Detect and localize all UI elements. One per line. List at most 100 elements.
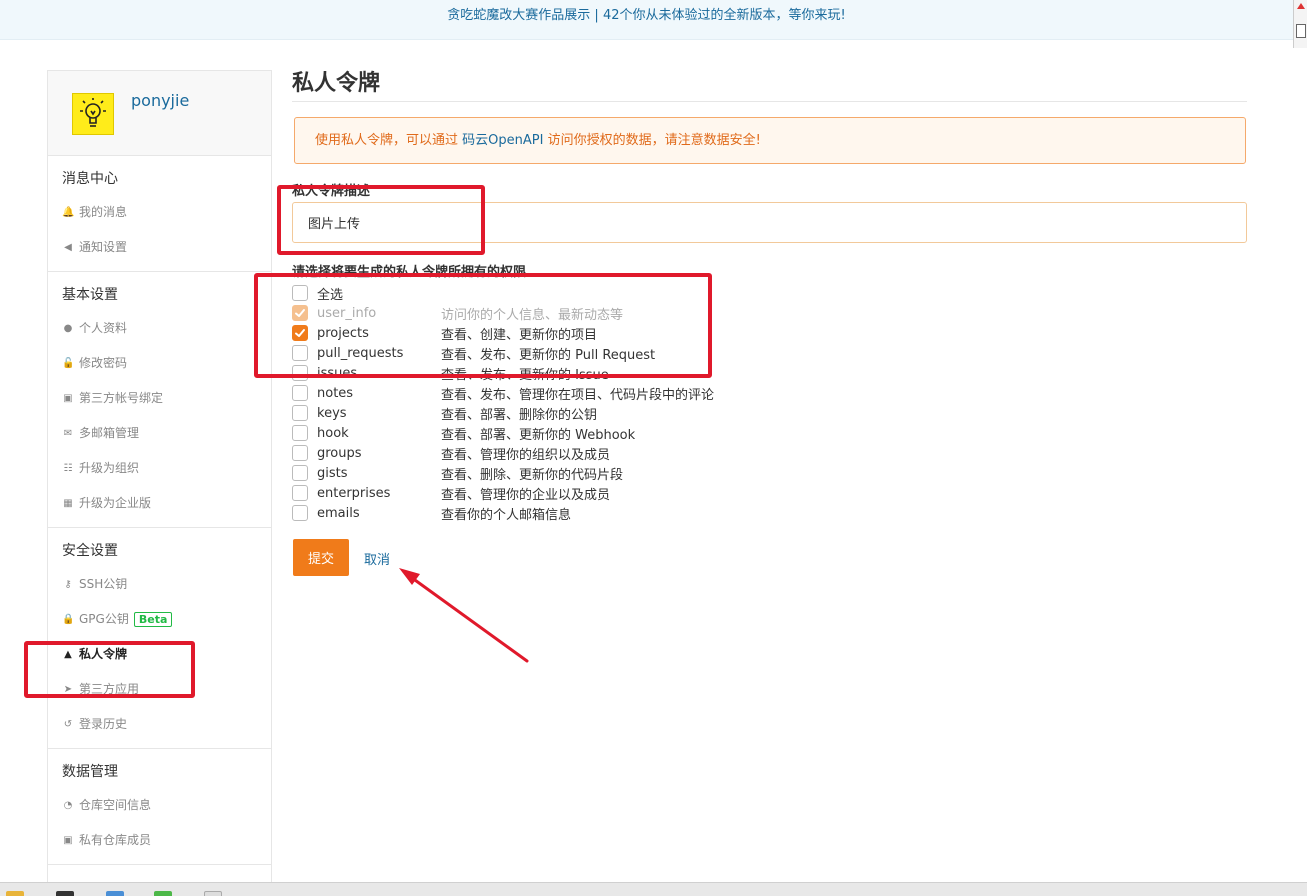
permission-description: 查看、创建、更新你的项目 — [441, 327, 598, 343]
sidebar-item[interactable]: ▦ 升级为企业版 — [48, 486, 271, 521]
sidebar-item-label: GPG公钥 — [79, 612, 129, 626]
permission-row: projects 查看、创建、更新你的项目 — [292, 323, 892, 343]
permission-name[interactable]: hook — [317, 426, 441, 441]
permission-name[interactable]: groups — [317, 446, 441, 461]
permission-description: 查看你的个人邮箱信息 — [441, 507, 572, 523]
permission-description: 查看、管理你的企业以及成员 — [441, 487, 611, 503]
sidebar-section-title: 基本设置 — [62, 287, 118, 303]
permission-name[interactable]: issues — [317, 366, 441, 381]
sidebar-item[interactable]: ☷ 升级为组织 — [48, 451, 271, 486]
avatar[interactable] — [72, 93, 114, 135]
submit-button[interactable]: 提交 — [293, 539, 349, 576]
permission-row: keys 查看、部署、删除你的公钥 — [292, 403, 892, 423]
permission-checkbox[interactable] — [292, 385, 308, 401]
notice-text-before: 使用私人令牌，可以通过 — [315, 133, 463, 148]
openapi-link[interactable]: 码云OpenAPI — [462, 133, 543, 148]
sidebar-item[interactable]: ✉ 多邮箱管理 — [48, 416, 271, 451]
sidebar-item[interactable]: ▣ 私有仓库成员 — [48, 823, 271, 858]
permission-name[interactable]: enterprises — [317, 486, 441, 501]
sidebar-item-label: 登录历史 — [79, 717, 128, 731]
permission-checkbox[interactable] — [292, 285, 308, 301]
sidebar-item[interactable]: ▲ 私人令牌 — [48, 637, 271, 672]
description-label: 私人令牌描述 — [292, 184, 371, 199]
permission-checkbox[interactable] — [292, 425, 308, 441]
permission-checkbox[interactable] — [292, 325, 308, 341]
users-icon: ☷ — [63, 462, 73, 474]
user-secret-icon: ▲ — [64, 648, 72, 660]
notice-text-after: 访问你授权的数据，请注意数据安全! — [543, 133, 761, 148]
sidebar-item-label: 多邮箱管理 — [79, 426, 140, 440]
sidebar-section: 数据管理 ◔ 仓库空间信息 ▣ 私有仓库成员 — [48, 749, 271, 865]
lock-icon: 🔒 — [62, 613, 75, 625]
sidebar-item[interactable]: 🔔 我的消息 — [48, 195, 271, 230]
permission-description: 查看、删除、更新你的代码片段 — [441, 467, 624, 483]
sidebar-section: 基本设置 ● 个人资料 🔓 修改密码 ▣ 第三方帐号绑定 ✉ 多邮箱管理 ☷ 升级为组织 ▦ 升级为企业… — [48, 272, 271, 528]
folder-icon[interactable] — [6, 891, 24, 896]
permission-checkbox[interactable] — [292, 365, 308, 381]
key-icon: ⚷ — [64, 578, 72, 590]
document-icon[interactable] — [204, 891, 222, 896]
rocket-icon: ➤ — [63, 683, 73, 695]
permission-name[interactable]: gists — [317, 466, 441, 481]
permission-name[interactable]: 全选 — [317, 284, 441, 303]
beta-badge: Beta — [133, 612, 173, 627]
pie-chart-icon: ◔ — [63, 799, 73, 811]
sidebar-item[interactable]: ◀ 通知设置 — [48, 230, 271, 265]
lightbulb-icon — [80, 98, 106, 127]
unlock-icon: 🔓 — [62, 357, 75, 369]
description-input[interactable] — [292, 202, 1247, 243]
sidebar-item[interactable]: ▣ 第三方帐号绑定 — [48, 381, 271, 416]
permission-checkbox — [292, 305, 308, 321]
contact-card-icon: ▣ — [63, 834, 73, 846]
terminal-icon[interactable] — [56, 891, 74, 896]
sidebar-item-label: 私人令牌 — [79, 647, 128, 661]
sidebar-item-label: 升级为组织 — [79, 461, 140, 475]
sidebar-item[interactable]: ↺ 登录历史 — [48, 707, 271, 742]
sidebar-item[interactable]: ● 个人资料 — [48, 311, 271, 346]
permissions-label: 请选择将要生成的私人令牌所拥有的权限 — [292, 265, 527, 280]
permission-row: enterprises 查看、管理你的企业以及成员 — [292, 483, 892, 503]
sidebar-item[interactable]: ◔ 仓库空间信息 — [48, 788, 271, 823]
user-icon: ● — [63, 322, 73, 334]
permission-name[interactable]: keys — [317, 406, 441, 421]
main-content: 私人令牌 使用私人令牌，可以通过 码云OpenAPI 访问你授权的数据，请注意数… — [292, 66, 1247, 576]
sidebar-menu: 消息中心 🔔 我的消息 ◀ 通知设置 基本设置 ● 个人资料 🔓 修改密码 ▣ 第三方帐号绑定 ✉ 多邮箱… — [48, 156, 271, 865]
sidebar-item[interactable]: 🔓 修改密码 — [48, 346, 271, 381]
permission-row: pull_requests 查看、发布、更新你的 Pull Request — [292, 343, 892, 363]
chat-icon[interactable] — [154, 891, 172, 896]
app-icon[interactable] — [106, 891, 124, 896]
notice-banner: 使用私人令牌，可以通过 码云OpenAPI 访问你授权的数据，请注意数据安全! — [294, 117, 1246, 164]
permission-description: 访问你的个人信息、最新动态等 — [441, 307, 624, 323]
permission-name[interactable]: pull_requests — [317, 346, 441, 361]
banner-text[interactable]: 贪吃蛇魔改大赛作品展示 | 42个你从未体验过的全新版本，等你来玩! — [447, 8, 845, 23]
permission-checkbox[interactable] — [292, 485, 308, 501]
sidebar-item-label: 修改密码 — [79, 356, 128, 370]
permission-row: hook 查看、部署、更新你的 Webhook — [292, 423, 892, 443]
permission-description: 查看、发布、更新你的 Pull Request — [441, 347, 656, 363]
permission-name[interactable]: notes — [317, 386, 441, 401]
sidebar-item-label: 通知设置 — [79, 240, 128, 254]
sidebar-section-title: 安全设置 — [62, 543, 118, 559]
permission-description: 查看、部署、更新你的 Webhook — [441, 427, 636, 443]
corner-widget[interactable] — [1293, 0, 1307, 48]
cancel-link[interactable]: 取消 — [364, 549, 390, 568]
permission-checkbox[interactable] — [292, 505, 308, 521]
sidebar-item[interactable]: ⚷ SSH公钥 — [48, 567, 271, 602]
sidebar-item-label: 仓库空间信息 — [79, 798, 152, 812]
top-banner[interactable]: 贪吃蛇魔改大赛作品展示 | 42个你从未体验过的全新版本，等你来玩! — [0, 0, 1293, 40]
username[interactable]: ponyjie — [131, 91, 189, 110]
building-icon: ▦ — [63, 497, 73, 509]
sidebar-item[interactable]: 🔒 GPG公钥 Beta — [48, 602, 271, 637]
sidebar-item-label: 私有仓库成员 — [79, 833, 152, 847]
permission-checkbox[interactable] — [292, 345, 308, 361]
permission-checkbox[interactable] — [292, 405, 308, 421]
warning-icon — [1297, 3, 1305, 9]
permission-name[interactable]: emails — [317, 506, 441, 521]
sidebar-item[interactable]: ➤ 第三方应用 — [48, 672, 271, 707]
permission-description: 查看、部署、删除你的公钥 — [441, 407, 598, 423]
permission-checkbox[interactable] — [292, 465, 308, 481]
permission-checkbox[interactable] — [292, 445, 308, 461]
permission-name[interactable]: user_info — [317, 306, 441, 321]
permission-name[interactable]: projects — [317, 326, 441, 341]
check-icon — [295, 309, 305, 317]
